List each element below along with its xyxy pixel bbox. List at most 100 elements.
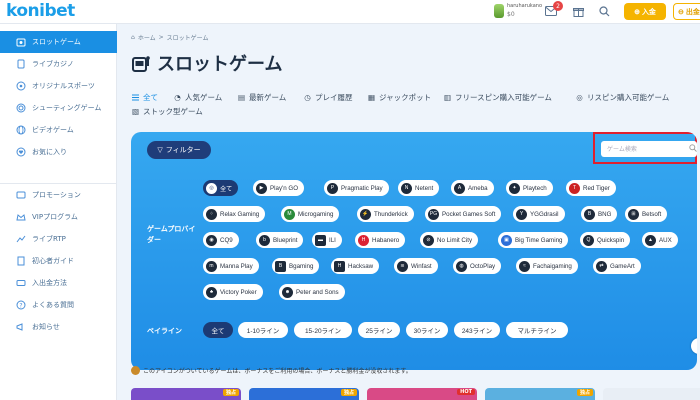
sidebar-item-slot-games[interactable]: スロットゲーム: [0, 31, 117, 53]
provider-chip-nolimitcity[interactable]: ⊘ No Limit City: [420, 232, 479, 248]
payline-chip-25[interactable]: 25ライン: [358, 322, 400, 338]
tab-jackpot[interactable]: ▦ ジャックポット: [367, 92, 431, 103]
filter-button-label: フィルター: [165, 147, 201, 154]
deposit-icon: ⊕: [634, 8, 640, 16]
provider-chip-aux[interactable]: ▲ AUX: [642, 232, 678, 248]
payline-chip-243[interactable]: 243ライン: [454, 322, 500, 338]
filter-button[interactable]: ▽ フィルター: [147, 141, 211, 159]
breadcrumb-home[interactable]: ホーム: [138, 33, 156, 42]
payline-chip-15-20[interactable]: 15-20ライン: [294, 322, 352, 338]
sidebar-item-vip[interactable]: VIPプログラム: [0, 206, 117, 228]
provider-logo-icon: ≈: [519, 260, 530, 272]
home-icon[interactable]: ⌂: [131, 34, 135, 41]
provider-chip-playngo[interactable]: ▶ Play'n GO: [253, 180, 305, 196]
chip-label: Peter and Sons: [296, 288, 339, 296]
provider-chip-victorypoker[interactable]: ♣ Victory Poker: [203, 284, 263, 300]
game-search-input[interactable]: [601, 141, 697, 157]
game-card-tag: 独占: [576, 389, 593, 396]
game-card[interactable]: 独占: [485, 388, 595, 400]
jackpot-icon: ▦: [367, 93, 376, 102]
sidebar-item-faq[interactable]: ? よくある質問: [0, 294, 117, 316]
sidebar-item-original-sports[interactable]: オリジナルスポーツ: [0, 75, 117, 97]
provider-chip-ameba[interactable]: A Ameba: [451, 180, 494, 196]
sidebar-item-favorites[interactable]: お気に入り: [0, 141, 117, 163]
sidebar-item-label: VIPプログラム: [32, 213, 78, 221]
provider-logo-icon: B: [275, 260, 286, 272]
withdraw-label: 出金: [685, 8, 700, 16]
provider-chip-playtech[interactable]: ✦ Playtech: [506, 180, 553, 196]
tab-stock-type[interactable]: ▧ ストック型ゲーム: [131, 106, 203, 117]
provider-chip-betsoft[interactable]: ⊞ Betsoft: [625, 206, 668, 222]
sidebar-item-live-rtp[interactable]: ライブRTP: [0, 228, 117, 250]
provider-chip-winfast[interactable]: ≋ Winfast: [394, 258, 438, 274]
provider-chip-redtiger[interactable]: T Red Tiger: [566, 180, 616, 196]
payline-chip-all[interactable]: 全て: [203, 322, 233, 338]
sidebar-item-live-casino[interactable]: ライブカジノ: [0, 53, 117, 75]
tab-respin-buy[interactable]: ◎ リスピン購入可能ゲーム: [575, 92, 669, 103]
tab-free-spin-buy[interactable]: ▥ フリースピン購入可能ゲーム: [443, 92, 552, 103]
chip-label: Winfast: [411, 262, 432, 270]
game-card-tag: 独占: [340, 389, 357, 396]
sidebar-item-video-games[interactable]: ビデオゲーム: [0, 119, 117, 141]
scroll-button[interactable]: [691, 338, 697, 354]
provider-chip-bng[interactable]: B BNG: [581, 206, 618, 222]
sidebar-item-beginner-guide[interactable]: 初心者ガイド: [0, 250, 117, 272]
chip-label: Ameba: [468, 184, 488, 192]
provider-chip-cq9[interactable]: ◉ CQ9: [203, 232, 239, 248]
sidebar-item-promotions[interactable]: プロモーション: [0, 184, 117, 206]
provider-logo-icon: ⚡: [360, 208, 371, 220]
provider-chip-relax[interactable]: ⁘ Relax Gaming: [203, 206, 266, 222]
provider-chip-quickspin[interactable]: Q Quickspin: [580, 232, 631, 248]
provider-chip-hacksaw[interactable]: H Hacksaw: [331, 258, 380, 274]
chip-label: Play'n GO: [270, 184, 299, 192]
provider-chip-yggdrasil[interactable]: Y YGGdrasil: [513, 206, 565, 222]
gift-icon[interactable]: [571, 4, 585, 18]
provider-chip-all[interactable]: ◎ 全て: [203, 180, 239, 196]
withdraw-button[interactable]: ⊖ 出金: [673, 3, 700, 20]
tab-all[interactable]: 全て: [131, 92, 158, 103]
coin-icon: [16, 278, 26, 288]
game-card[interactable]: HOT: [367, 388, 477, 400]
chip-label: OctoPlay: [470, 262, 496, 270]
provider-chip-blueprint[interactable]: b Blueprint: [256, 232, 304, 248]
deposit-button[interactable]: ⊕ 入金: [624, 3, 666, 20]
tab-popular[interactable]: ◔ 人気ゲーム: [173, 92, 222, 103]
tab-newest[interactable]: ▤ 最新ゲーム: [237, 92, 286, 103]
breadcrumb-separator: >: [158, 34, 164, 41]
provider-chip-habanero[interactable]: H Habanero: [355, 232, 406, 248]
sidebar-item-payment-methods[interactable]: 入出金方法: [0, 272, 117, 294]
bonus-notice-text: このアイコンがついているゲームは、ボーナスをご利用の場合、ボーナスと勝利金が没収…: [143, 368, 412, 375]
ball-icon: [16, 81, 26, 91]
sidebar-item-label: お知らせ: [32, 323, 60, 331]
provider-chip-octoplay[interactable]: ◍ OctoPlay: [453, 258, 502, 274]
provider-chip-gameart[interactable]: ⇄ GameArt: [593, 258, 641, 274]
provider-chip-pocketgames[interactable]: PG Pocket Games Soft: [425, 206, 502, 222]
provider-chip-fachaigaming[interactable]: ≈ Fachaigaming: [516, 258, 578, 274]
provider-chip-thunderkick[interactable]: ⚡ Thunderkick: [357, 206, 414, 222]
game-card[interactable]: 独占: [131, 388, 241, 400]
provider-chip-mannaplay[interactable]: m Manna Play: [203, 258, 259, 274]
game-card[interactable]: 独占: [249, 388, 359, 400]
konibet-logo[interactable]: konibet: [6, 1, 75, 21]
sidebar-item-announcements[interactable]: お知らせ: [0, 316, 117, 338]
provider-chip-ili[interactable]: ▬ ILI: [312, 232, 342, 248]
payline-chip-1-10[interactable]: 1-10ライン: [238, 322, 288, 338]
chip-label: Red Tiger: [583, 184, 610, 192]
search-icon[interactable]: [597, 4, 611, 18]
provider-logo-icon: ▲: [645, 234, 656, 246]
provider-chip-microgaming[interactable]: M Microgaming: [281, 206, 340, 222]
tab-history[interactable]: ◷ プレイ履歴: [303, 92, 352, 103]
search-icon[interactable]: [689, 144, 697, 152]
provider-chip-bgaming[interactable]: B Bgaming: [272, 258, 320, 274]
provider-chip-pragmatic[interactable]: P Pragmatic Play: [324, 180, 389, 196]
provider-chip-netent[interactable]: N Netent: [398, 180, 440, 196]
provider-chip-bigtimegaming[interactable]: ▣ Big Time Gaming: [498, 232, 569, 248]
game-card[interactable]: [603, 388, 700, 400]
payline-chip-multi[interactable]: マルチライン: [506, 322, 568, 338]
chart-icon: [16, 234, 26, 244]
payline-chip-30[interactable]: 30ライン: [406, 322, 448, 338]
provider-chip-peterandsons[interactable]: ☻ Peter and Sons: [279, 284, 345, 300]
sidebar-item-shooting-games[interactable]: シューティングゲーム: [0, 97, 117, 119]
bonus-warning-icon: [131, 366, 140, 375]
sidebar-item-label: 初心者ガイド: [32, 257, 74, 265]
